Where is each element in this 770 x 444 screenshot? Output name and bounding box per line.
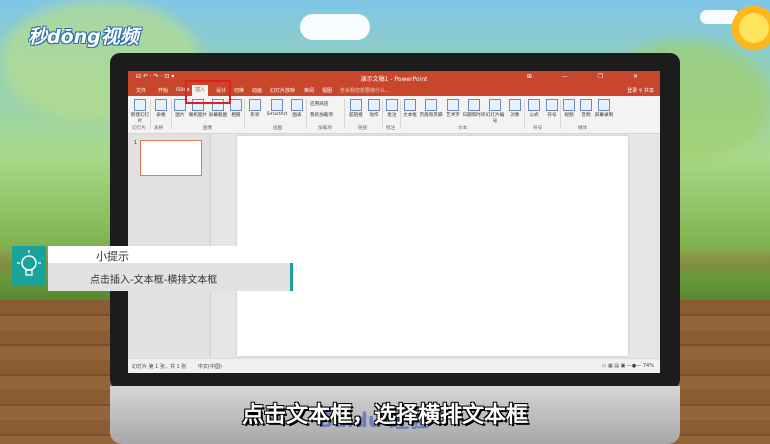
zoom-slider[interactable]: —●— xyxy=(627,363,643,369)
tip-accent-bar xyxy=(290,263,293,291)
table-icon xyxy=(155,99,167,111)
language-status: 中文(中国) xyxy=(197,364,222,370)
tip-body-box: 点击插入-文本框-横排文本框 xyxy=(48,263,290,291)
tip-title-box: 小提示 xyxy=(48,246,266,263)
omega-icon xyxy=(546,99,558,111)
header-footer-icon xyxy=(425,99,437,111)
window-controls[interactable]: ⊞ — ❐ ✕ xyxy=(527,73,652,80)
slide-counter: 幻灯片 第 1 张，共 1 张 xyxy=(132,364,187,370)
sign-in-link[interactable]: 登录 xyxy=(627,88,637,94)
tab-file[interactable]: 文件 xyxy=(136,87,146,94)
tab-review[interactable]: 审阅 xyxy=(304,87,314,94)
highlight-box xyxy=(185,80,231,104)
object-button[interactable]: 对象 xyxy=(505,99,525,118)
new-slide-button[interactable]: 新建幻灯片 xyxy=(130,99,150,124)
tell-me-search[interactable]: 告诉我您想要做什么... xyxy=(340,87,390,94)
group-comments: 批注 xyxy=(386,126,396,131)
tip-body: 点击插入-文本框-横排文本框 xyxy=(90,275,218,286)
brand-logo: 秒dōng视频 xyxy=(28,26,139,48)
cloud xyxy=(300,14,370,40)
view-buttons[interactable]: ▭ ▦ ▤ ▣ xyxy=(602,363,626,369)
header-footer-button[interactable]: 页眉和页脚 xyxy=(419,99,443,118)
calendar-icon xyxy=(468,99,480,111)
store-button[interactable]: 应用商店 xyxy=(310,101,328,107)
equation-button[interactable]: 公式 xyxy=(524,99,544,118)
link-icon xyxy=(350,99,362,111)
album-icon xyxy=(230,99,242,111)
status-bar: 幻灯片 第 1 张，共 1 张 中文(中国) ▭ ▦ ▤ ▣ —●— 74% xyxy=(128,358,660,373)
action-button[interactable]: 动作 xyxy=(364,99,384,118)
group-addins: 加载项 xyxy=(318,126,332,131)
tip-title: 小提示 xyxy=(96,250,129,263)
comment-icon xyxy=(386,99,398,111)
group-links: 链接 xyxy=(358,126,368,131)
group-media: 媒体 xyxy=(578,126,588,131)
group-text: 文本 xyxy=(458,126,468,131)
tab-home[interactable]: 开始 xyxy=(158,87,168,94)
shapes-icon xyxy=(249,99,261,111)
group-tables: 表格 xyxy=(154,126,164,131)
comment-button[interactable]: 批注 xyxy=(382,99,402,118)
lightbulb-icon xyxy=(12,246,46,286)
screen-recording-button[interactable]: 屏幕录制 xyxy=(594,99,614,118)
speaker-icon xyxy=(580,99,592,111)
slide-icon xyxy=(134,99,146,111)
tab-animations[interactable]: 动画 xyxy=(252,87,262,94)
video-caption: 点击文本框，选择横排文本框 xyxy=(241,403,528,428)
wordart-icon xyxy=(447,99,459,111)
hyperlink-button[interactable]: 超链接 xyxy=(346,99,366,118)
group-images: 图像 xyxy=(203,126,213,131)
sun-icon xyxy=(728,2,770,54)
tab-slideshow[interactable]: 幻灯片放映 xyxy=(270,87,295,94)
pi-icon xyxy=(528,99,540,111)
slide-thumbnail[interactable] xyxy=(140,140,202,176)
thumbnail-number: 1 xyxy=(134,140,138,146)
hash-icon xyxy=(489,99,501,111)
my-addins-button[interactable]: 我的加载项 xyxy=(310,112,333,118)
slide-number-button[interactable]: 幻灯片编号 xyxy=(484,99,506,124)
date-time-button[interactable]: 日期和时间 xyxy=(462,99,486,118)
tab-view[interactable]: 视图 xyxy=(322,87,332,94)
shapes-button[interactable]: 形状 xyxy=(245,99,265,118)
zoom-level[interactable]: 74% xyxy=(643,363,654,369)
smartart-button[interactable]: SmartArt xyxy=(265,99,289,117)
group-slides: 幻灯片 xyxy=(132,126,146,131)
record-icon xyxy=(598,99,610,111)
textbox-icon xyxy=(404,99,416,111)
tab-transitions[interactable]: 切换 xyxy=(234,87,244,94)
smartart-icon xyxy=(271,99,283,111)
powerpoint-window: ⊟ ↶ · ↷ · ⊡ ▾ 演示文稿1 - PowerPoint ⊞ — ❐ ✕… xyxy=(128,71,660,373)
audio-button[interactable]: 音频 xyxy=(576,99,596,118)
group-symbols: 符号 xyxy=(533,126,543,131)
share-button[interactable]: 共享 xyxy=(644,88,654,94)
object-icon xyxy=(509,99,521,111)
action-icon xyxy=(368,99,380,111)
textbox-button[interactable]: 文本框 xyxy=(400,99,420,118)
chart-icon xyxy=(291,99,303,111)
slide-canvas[interactable] xyxy=(237,136,628,356)
table-button[interactable]: 表格 xyxy=(151,99,171,118)
wordart-button[interactable]: 艺术字 xyxy=(443,99,463,118)
group-illustrations: 插图 xyxy=(273,126,283,131)
video-icon xyxy=(563,99,575,111)
chart-button[interactable]: 图表 xyxy=(287,99,307,118)
